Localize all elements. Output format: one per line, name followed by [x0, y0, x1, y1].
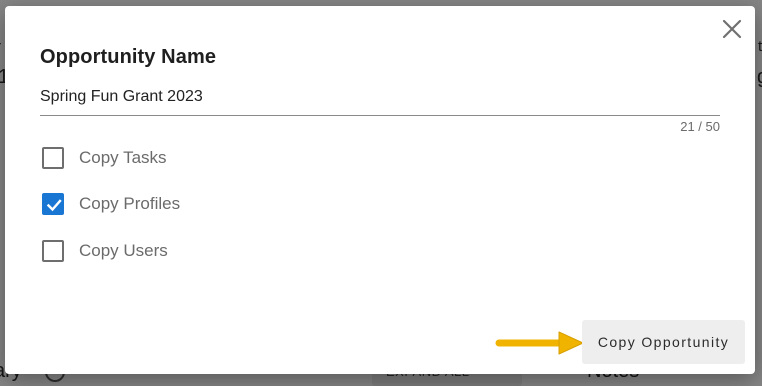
copy-profiles-option[interactable]: Copy Profiles	[41, 191, 180, 217]
copy-users-label: Copy Users	[79, 241, 168, 260]
copy-tasks-option[interactable]: Copy Tasks	[41, 145, 167, 171]
copy-tasks-checkbox[interactable]	[42, 147, 64, 169]
character-counter: 21 / 50	[680, 119, 720, 134]
copy-tasks-label: Copy Tasks	[79, 148, 167, 167]
close-icon	[722, 19, 742, 39]
dialog-title: Opportunity Name	[40, 46, 217, 68]
copy-profiles-label: Copy Profiles	[79, 194, 181, 213]
checkmark-icon	[46, 199, 62, 212]
opportunity-name-field	[40, 86, 720, 116]
pointer-arrow-icon	[495, 331, 584, 355]
copy-users-option[interactable]: Copy Users	[41, 238, 168, 264]
copy-opportunity-button[interactable]: Copy Opportunity	[582, 320, 745, 364]
copy-profiles-checkbox[interactable]	[42, 193, 64, 215]
opportunity-name-input[interactable]	[40, 86, 720, 108]
copy-opportunity-dialog: Opportunity Name 21 / 50 Copy Tasks Copy…	[5, 6, 755, 374]
close-button[interactable]	[717, 14, 747, 44]
copy-users-checkbox[interactable]	[42, 240, 64, 262]
